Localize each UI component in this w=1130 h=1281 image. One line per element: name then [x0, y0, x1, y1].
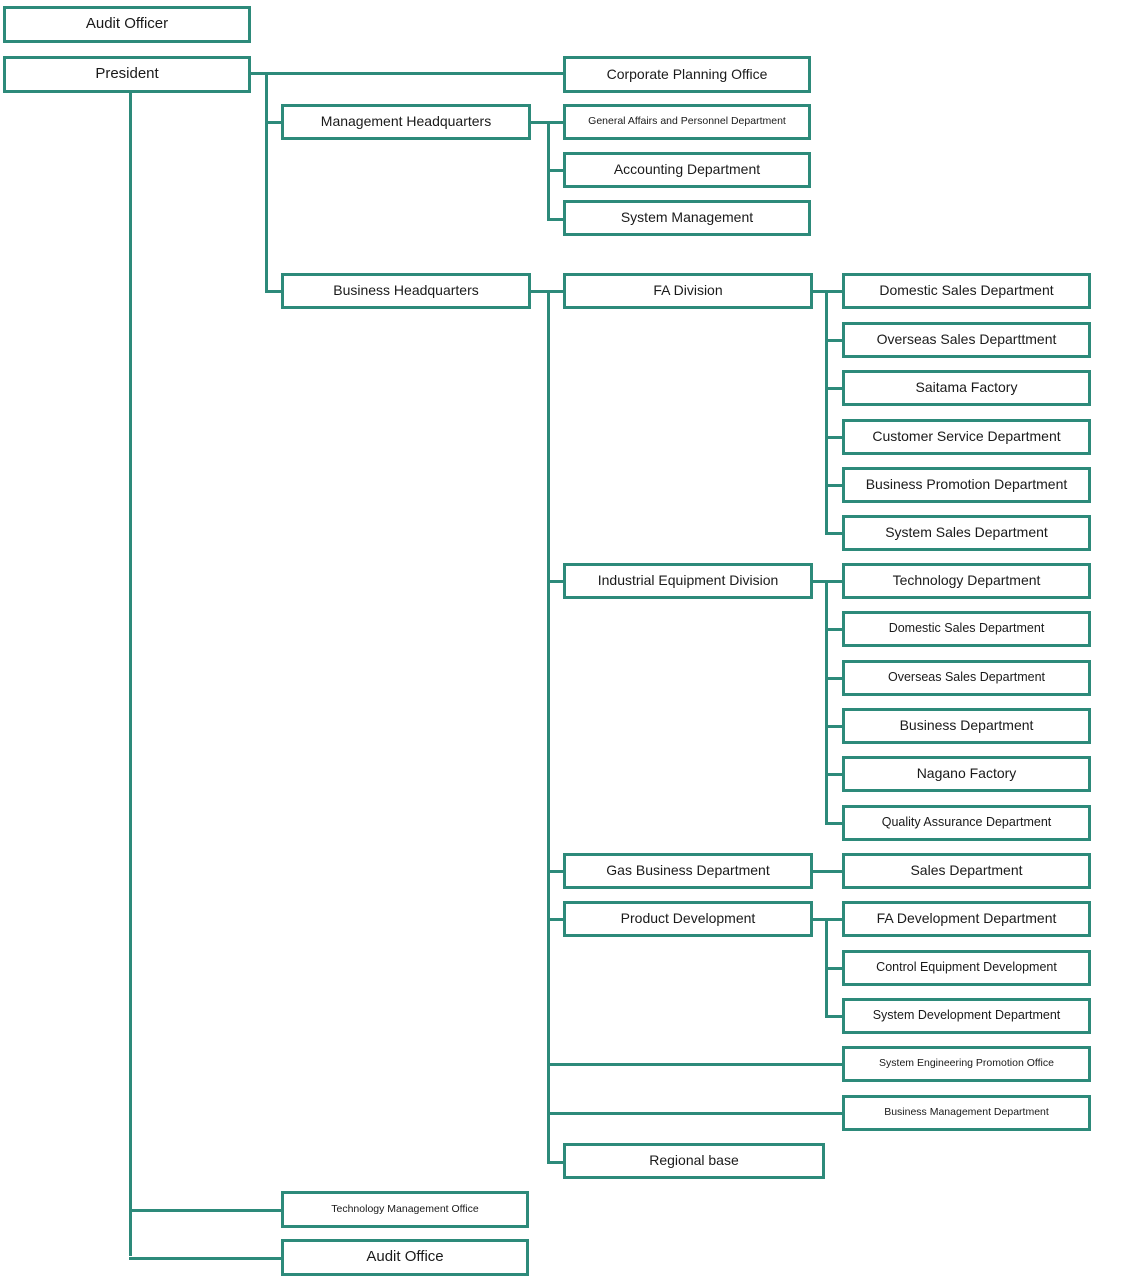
org-node-system-engineering-promotion-office[interactable]: System Engineering Promotion Office [842, 1046, 1091, 1082]
org-node-fa-overseas-sales-departtment[interactable]: Overseas Sales Departtment [842, 322, 1091, 358]
org-node-business-headquarters[interactable]: Business Headquarters [281, 273, 531, 309]
connector-president-trunk-vertical [265, 72, 268, 291]
org-node-system-sales-department[interactable]: System Sales Department [842, 515, 1091, 551]
org-node-gas-business-department[interactable]: Gas Business Department [563, 853, 813, 889]
org-node-audit-office[interactable]: Audit Office [281, 1239, 529, 1276]
org-node-fa-division[interactable]: FA Division [563, 273, 813, 309]
org-node-label: Management Headquarters [320, 113, 492, 130]
org-node-label: Saitama Factory [915, 379, 1018, 396]
org-node-business-department[interactable]: Business Department [842, 708, 1091, 744]
connector-biz-hq-vertical [547, 290, 550, 1162]
org-node-label: Business Promotion Department [865, 476, 1068, 493]
org-node-customer-service-department[interactable]: Customer Service Department [842, 419, 1091, 455]
org-node-label: Technology Management Office [331, 1202, 479, 1215]
org-node-label: System Engineering Promotion Office [879, 1057, 1054, 1070]
org-node-control-equipment-development[interactable]: Control Equipment Development [842, 950, 1091, 986]
connector-biz-hq-to-biz-mgmt-dept [547, 1112, 845, 1115]
org-node-label: FA Development Department [876, 910, 1057, 927]
org-node-nagano-factory[interactable]: Nagano Factory [842, 756, 1091, 792]
org-node-accounting-department[interactable]: Accounting Department [563, 152, 811, 188]
connector-gas-to-sales [813, 870, 844, 873]
org-node-quality-assurance-department[interactable]: Quality Assurance Department [842, 805, 1091, 841]
org-node-label: Gas Business Department [606, 862, 770, 879]
org-node-label: Product Development [620, 910, 756, 927]
org-node-fa-development-department[interactable]: FA Development Department [842, 901, 1091, 937]
org-node-label: General Affairs and Personnel Department [588, 115, 786, 128]
org-node-label: System Sales Department [885, 524, 1048, 541]
org-node-label: System Management [620, 209, 754, 226]
org-node-label: Customer Service Department [872, 428, 1061, 445]
org-node-label: Overseas Sales Departtment [876, 331, 1057, 348]
connector-president-to-tech-mgmt-office [129, 1209, 284, 1212]
org-node-regional-base[interactable]: Regional base [563, 1143, 825, 1179]
org-node-label: Industrial Equipment Division [597, 572, 779, 589]
org-node-label: Regional base [649, 1152, 739, 1169]
org-node-label: President [95, 65, 159, 83]
org-node-sales-department[interactable]: Sales Department [842, 853, 1091, 889]
org-node-management-headquarters[interactable]: Management Headquarters [281, 104, 531, 140]
org-node-label: Sales Department [910, 862, 1023, 879]
org-node-label: Accounting Department [613, 161, 761, 178]
org-node-label: Technology Department [892, 572, 1041, 589]
org-node-label: Corporate Planning Office [606, 65, 768, 82]
org-node-label: Audit Office [366, 1248, 444, 1266]
org-node-product-development[interactable]: Product Development [563, 901, 813, 937]
org-node-label: Domestic Sales Department [879, 282, 1054, 299]
org-node-label: Business Headquarters [333, 282, 479, 299]
org-node-label: Business Management Department [884, 1106, 1049, 1119]
org-node-corporate-planning-office[interactable]: Corporate Planning Office [563, 56, 811, 93]
org-node-ind-domestic-sales-department[interactable]: Domestic Sales Department [842, 611, 1091, 647]
org-node-general-affairs-personnel-dept[interactable]: General Affairs and Personnel Department [563, 104, 811, 140]
org-node-business-promotion-department[interactable]: Business Promotion Department [842, 467, 1091, 503]
org-node-business-management-department[interactable]: Business Management Department [842, 1095, 1091, 1131]
org-node-ind-overseas-sales-department[interactable]: Overseas Sales Department [842, 660, 1091, 696]
org-chart: Audit Officer President Corporate Planning… [0, 0, 1130, 1281]
org-node-label: System Development Department [872, 1008, 1061, 1023]
org-node-label: Control Equipment Development [876, 960, 1057, 975]
org-node-technology-management-office[interactable]: Technology Management Office [281, 1191, 529, 1228]
org-node-fa-domestic-sales-department[interactable]: Domestic Sales Department [842, 273, 1091, 309]
org-node-label: FA Division [653, 282, 723, 299]
connector-fa-division-vertical [825, 290, 828, 533]
connector-biz-hq-to-sys-eng-office [547, 1063, 845, 1066]
org-node-system-development-department[interactable]: System Development Department [842, 998, 1091, 1034]
connector-president-to-corporate-planning [265, 72, 566, 75]
org-node-audit-officer[interactable]: Audit Officer [3, 6, 251, 43]
org-node-label: Quality Assurance Department [881, 815, 1052, 830]
org-node-industrial-equipment-division[interactable]: Industrial Equipment Division [563, 563, 813, 599]
org-node-system-management[interactable]: System Management [563, 200, 811, 236]
connector-ind-division-vertical [825, 580, 828, 823]
org-node-label: Overseas Sales Department [887, 670, 1045, 685]
org-node-label: Nagano Factory [916, 765, 1017, 782]
connector-president-down-trunk-stub [129, 90, 132, 1256]
connector-biz-hq-stub [531, 290, 548, 293]
org-node-label: Domestic Sales Department [888, 621, 1045, 636]
connector-president-to-audit-office [129, 1257, 284, 1260]
org-node-president[interactable]: President [3, 56, 251, 93]
org-node-technology-department[interactable]: Technology Department [842, 563, 1091, 599]
connector-mgmt-hq-stub [531, 121, 548, 124]
org-node-label: Business Department [899, 717, 1034, 734]
org-node-label: Audit Officer [85, 15, 169, 33]
org-node-saitama-factory[interactable]: Saitama Factory [842, 370, 1091, 406]
